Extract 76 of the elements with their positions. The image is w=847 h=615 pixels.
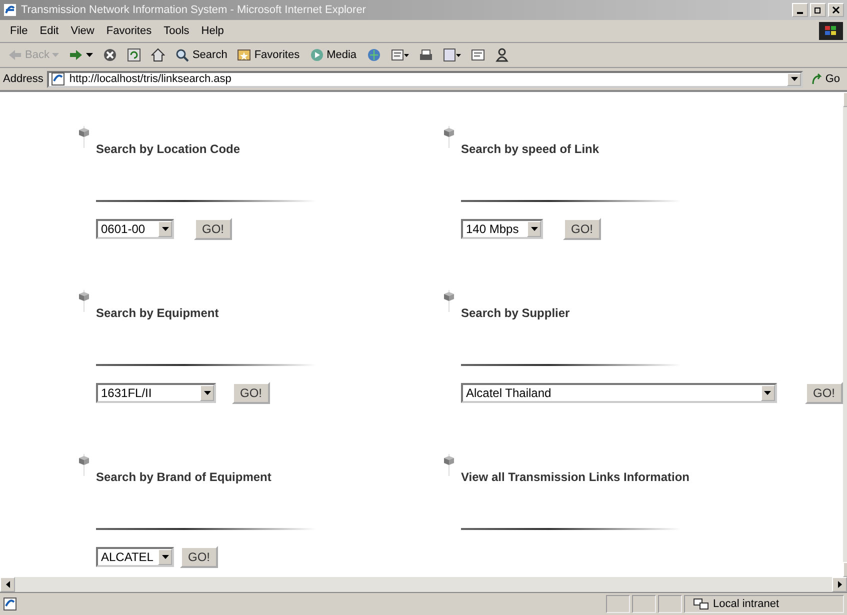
dropdown[interactable]: 140 Mbps xyxy=(461,219,543,239)
go-button[interactable]: GO! xyxy=(194,218,232,240)
caret-icon xyxy=(162,555,168,559)
go-button[interactable]: Go xyxy=(807,73,844,85)
minimize-button[interactable] xyxy=(792,3,808,17)
window-title: Transmission Network Information System - Microsoft Internet Explorer xyxy=(21,4,367,16)
menu-item[interactable]: View xyxy=(64,25,100,37)
stop-icon xyxy=(103,48,118,62)
go-button[interactable]: GO! xyxy=(232,382,270,404)
go-button[interactable]: GO! xyxy=(804,382,843,404)
caret-icon xyxy=(204,391,210,395)
caret-icon xyxy=(530,227,538,231)
home-icon xyxy=(151,48,166,62)
dropdown[interactable]: 0601-00 xyxy=(96,219,174,239)
caret-icon xyxy=(790,77,798,81)
browser-icon xyxy=(3,3,17,17)
menu-item[interactable]: Edit xyxy=(34,25,65,37)
arrow-icon xyxy=(69,49,84,61)
star-folder-icon xyxy=(237,48,252,62)
go-button[interactable]: GO! xyxy=(563,218,602,240)
cube-bullet-icon xyxy=(78,454,90,476)
status-pane xyxy=(606,595,630,613)
right-arrow-icon xyxy=(838,581,842,588)
mail-icon xyxy=(390,48,409,62)
edit-icon xyxy=(442,48,461,62)
dropdown-arrow-button[interactable] xyxy=(787,72,802,86)
zone-label: Local intranet xyxy=(713,598,780,610)
left-arrow-icon xyxy=(6,581,10,588)
favorites-button[interactable]: Favorites xyxy=(233,46,304,64)
cube-bullet-icon xyxy=(443,290,455,312)
restore-icon xyxy=(814,6,822,14)
dropdown[interactable]: 1631FL/II xyxy=(96,383,216,403)
horizontal-scrollbar[interactable] xyxy=(0,577,847,593)
network-icon xyxy=(693,598,709,610)
windows-logo-icon xyxy=(819,22,843,40)
search-button[interactable]: Search xyxy=(171,46,232,64)
caret-icon xyxy=(52,53,60,57)
menu-item[interactable]: Tools xyxy=(158,25,196,37)
menu-item[interactable]: Favorites xyxy=(100,25,158,37)
address-field[interactable]: http://localhost/tris/linksearch.asp xyxy=(47,70,804,88)
section-heading: Search by Supplier xyxy=(461,306,570,320)
printer-icon xyxy=(418,48,433,62)
page-icon xyxy=(51,72,66,86)
refresh-icon xyxy=(127,48,142,62)
person-icon xyxy=(494,48,509,62)
close-icon xyxy=(832,6,840,14)
view-all-link[interactable]: View all Transmission Links Information xyxy=(461,470,690,484)
caret-icon xyxy=(162,227,168,231)
menu-item[interactable]: Help xyxy=(195,25,230,37)
cube-bullet-icon xyxy=(443,126,455,148)
address-label: Address xyxy=(3,73,44,85)
close-button[interactable] xyxy=(828,3,844,17)
arrow-icon xyxy=(811,73,824,85)
cube-bullet-icon xyxy=(443,454,455,476)
document-icon xyxy=(470,48,485,62)
restore-button[interactable] xyxy=(810,3,826,17)
cube-bullet-icon xyxy=(78,126,90,148)
menu-item[interactable]: File xyxy=(4,25,34,37)
status-pane xyxy=(658,595,682,613)
caret-icon xyxy=(764,391,772,395)
status-pane xyxy=(632,595,656,613)
section-heading: Search by Brand of Equipment xyxy=(96,470,272,484)
section-heading: Search by speed of Link xyxy=(461,142,600,156)
search-icon xyxy=(175,48,190,62)
arrow-icon xyxy=(8,49,22,61)
globe-icon xyxy=(366,48,381,62)
section-heading: Search by Location Code xyxy=(96,142,240,156)
section-heading: Search by Equipment xyxy=(96,306,219,320)
page-icon xyxy=(3,597,17,611)
dropdown[interactable]: ALCATEL xyxy=(96,547,174,567)
cube-bullet-icon xyxy=(78,290,90,312)
media-button[interactable]: Media xyxy=(306,46,361,64)
dropdown[interactable]: Alcatel Thailand xyxy=(461,383,777,403)
go-button[interactable]: GO! xyxy=(180,546,218,568)
caret-icon xyxy=(86,53,94,57)
play-icon xyxy=(310,48,324,62)
